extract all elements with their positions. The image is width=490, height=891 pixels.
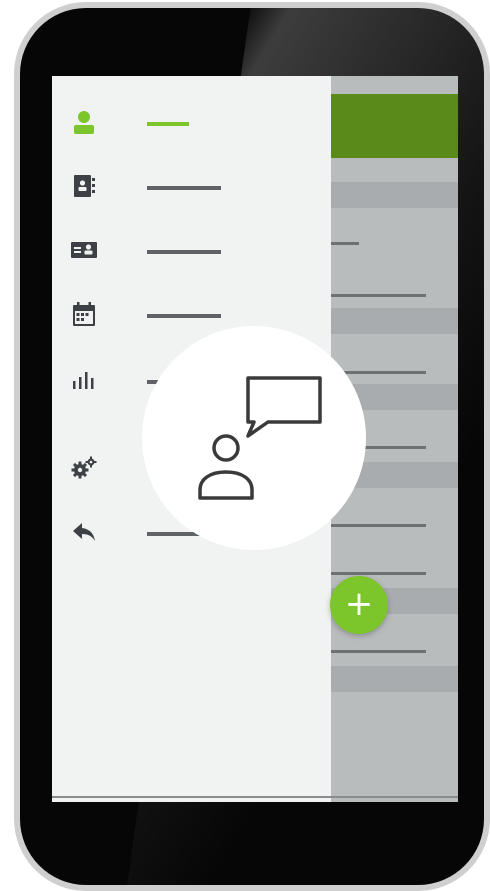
drawer-item-card[interactable] [52, 230, 331, 270]
plus-icon: + [344, 584, 374, 624]
list-item [331, 650, 426, 653]
drawer-item-contacts[interactable] [52, 166, 331, 206]
list-item [331, 572, 426, 575]
back-arrow-icon [70, 518, 98, 546]
list-item [331, 242, 359, 245]
person-icon [70, 108, 98, 136]
add-button[interactable]: + [330, 576, 388, 634]
drawer-item-label [147, 122, 189, 126]
drawer-item-label [147, 314, 221, 318]
app-toolbar [331, 94, 458, 158]
calendar-icon [70, 300, 98, 328]
contact-card-icon [70, 236, 98, 264]
list-divider [331, 666, 458, 692]
address-book-icon [70, 172, 98, 200]
drawer-item-label [147, 186, 221, 190]
nav-bar-divider [52, 796, 458, 798]
bar-chart-icon [70, 366, 98, 394]
drawer-item-profile[interactable] [52, 102, 331, 142]
drawer-item-label [147, 250, 221, 254]
list-divider [331, 182, 458, 208]
phone-mockup: + [0, 0, 490, 891]
settings-gears-icon [70, 454, 98, 482]
list-item [331, 294, 426, 297]
overlay-badge [142, 326, 366, 550]
user-chat-icon [142, 326, 366, 550]
